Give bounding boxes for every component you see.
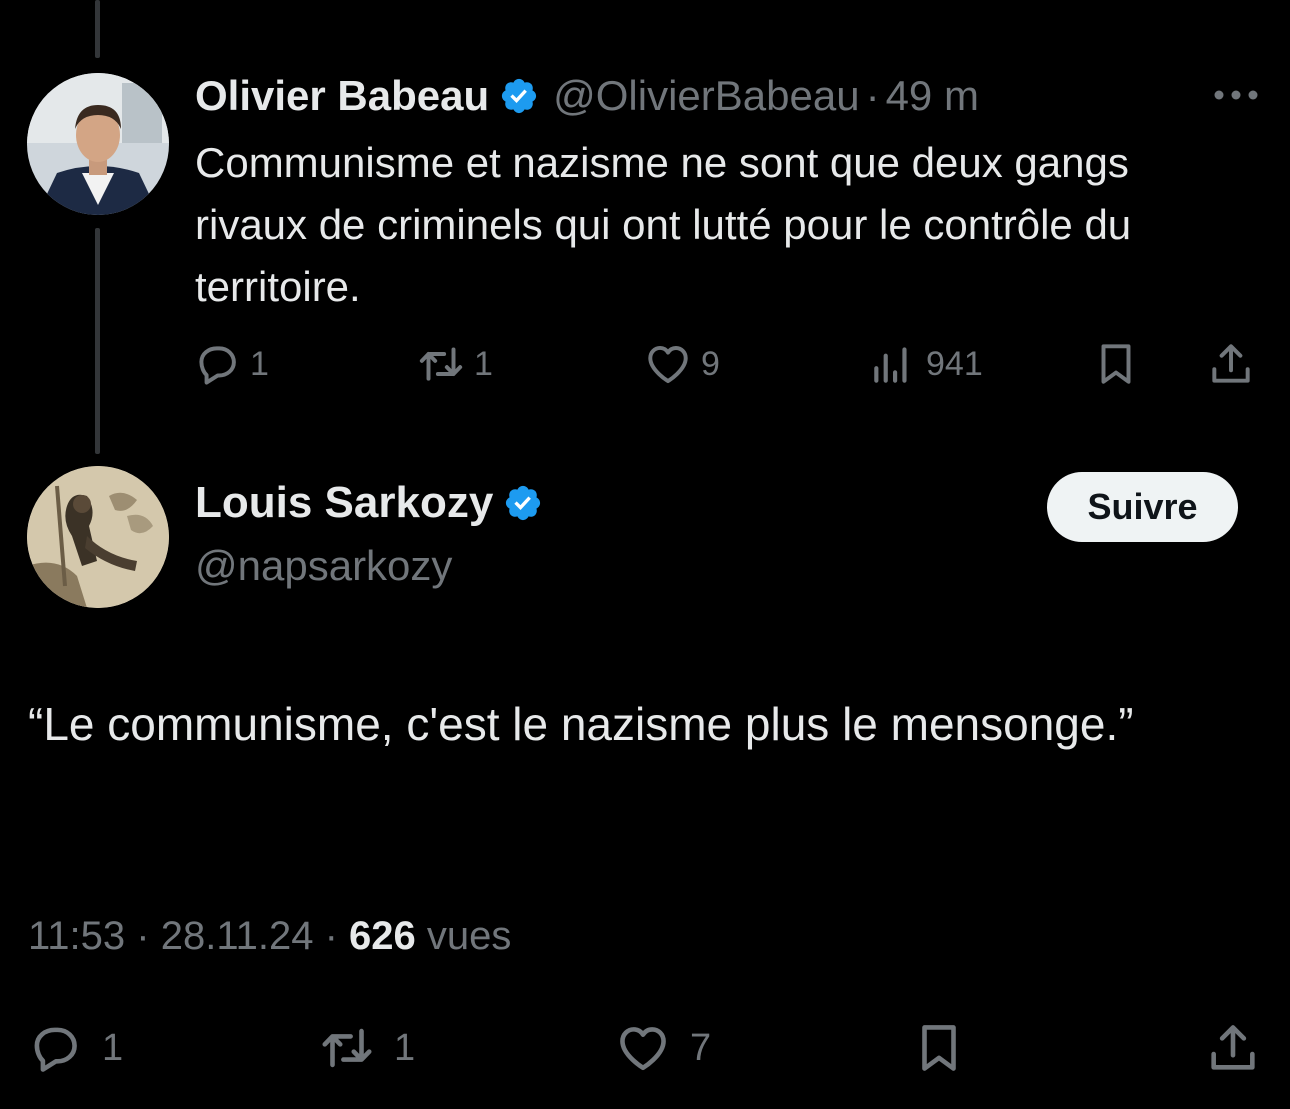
parent-like-count: 9 xyxy=(701,344,720,383)
share-icon xyxy=(1204,1019,1262,1077)
parent-views-action[interactable]: 941 xyxy=(868,336,983,392)
parent-author-handle[interactable]: @OlivierBabeau xyxy=(553,72,859,120)
main-tweet-views-label: vues xyxy=(426,914,512,958)
main-tweet-time: 11:53 xyxy=(28,914,126,958)
main-tweet-date: 28.11.24 xyxy=(160,914,314,958)
meta-separator: · xyxy=(324,914,338,958)
main-like-count: 7 xyxy=(690,1026,712,1069)
header-separator: · xyxy=(865,72,880,119)
verified-badge-icon xyxy=(503,483,543,523)
main-author-handle[interactable]: @napsarkozy xyxy=(195,542,452,590)
main-bookmark-action[interactable] xyxy=(910,1016,968,1080)
bookmark-icon xyxy=(1091,339,1141,389)
follow-button[interactable]: Suivre xyxy=(1047,472,1238,542)
parent-like-action[interactable]: 9 xyxy=(643,336,720,392)
main-repost-action[interactable]: 1 xyxy=(318,1016,415,1080)
parent-views-count: 941 xyxy=(926,344,983,383)
reply-icon xyxy=(192,339,242,389)
avatar-olivier-babeau[interactable] xyxy=(27,73,169,215)
main-share-action[interactable] xyxy=(1204,1016,1262,1080)
more-dots-icon[interactable] xyxy=(1212,88,1260,102)
parent-bookmark-action[interactable] xyxy=(1091,336,1141,392)
thread-line-connector xyxy=(95,228,100,454)
parent-repost-count: 1 xyxy=(474,344,493,383)
parent-share-action[interactable] xyxy=(1206,336,1256,392)
parent-repost-action[interactable]: 1 xyxy=(416,336,493,392)
main-tweet-views-count[interactable]: 626 xyxy=(349,914,416,958)
heart-icon xyxy=(643,339,693,389)
main-tweet-author-row: Louis Sarkozy xyxy=(195,478,557,528)
main-reply-count: 1 xyxy=(102,1026,124,1069)
share-icon xyxy=(1206,339,1256,389)
avatar-louis-sarkozy[interactable] xyxy=(27,466,169,608)
reply-icon xyxy=(26,1019,84,1077)
bookmark-icon xyxy=(910,1019,968,1077)
parent-author-name[interactable]: Olivier Babeau xyxy=(195,72,489,120)
verified-badge-icon xyxy=(499,76,539,116)
heart-icon xyxy=(614,1019,672,1077)
parent-reply-count: 1 xyxy=(250,344,269,383)
main-tweet-text: “Le communisme, c'est le nazisme plus le… xyxy=(28,698,1134,750)
repost-icon xyxy=(318,1019,376,1077)
parent-tweet-header: Olivier Babeau @OlivierBabeau · 49 m xyxy=(195,66,979,126)
thread-line-top xyxy=(95,0,100,58)
parent-tweet-time[interactable]: 49 m xyxy=(886,72,979,120)
main-reply-action[interactable]: 1 xyxy=(26,1016,123,1080)
main-tweet-meta: 11:53 · 28.11.24 · 626 vues xyxy=(28,914,511,959)
meta-separator: · xyxy=(136,914,150,958)
views-bar-chart-icon xyxy=(868,339,918,389)
main-repost-count: 1 xyxy=(394,1026,416,1069)
main-author-name[interactable]: Louis Sarkozy xyxy=(195,478,493,528)
parent-tweet-text: Communisme et nazisme ne sont que deux g… xyxy=(195,139,1132,310)
main-like-action[interactable]: 7 xyxy=(614,1016,711,1080)
repost-icon xyxy=(416,339,466,389)
parent-reply-action[interactable]: 1 xyxy=(192,336,269,392)
